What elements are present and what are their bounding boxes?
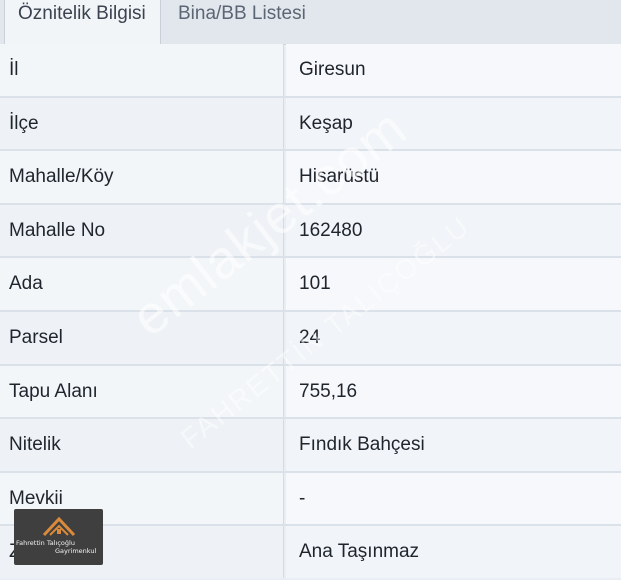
logo-line-1: Fahrettin Talıçoğlu — [16, 539, 75, 547]
attribute-key: Ada — [0, 258, 284, 311]
attribute-key: İl — [0, 44, 284, 96]
attribute-key: Parsel — [0, 311, 284, 364]
attribute-value: Keşap — [286, 97, 621, 150]
table-row: İl Giresun — [0, 44, 621, 98]
table-row: Tapu Alanı 755,16 — [0, 363, 621, 420]
table-row: Mahalle No 162480 — [0, 202, 621, 259]
house-roof-icon — [42, 516, 76, 537]
attribute-key: İlçe — [0, 97, 284, 150]
attribute-value: Ana Taşınmaz — [286, 526, 621, 579]
attribute-key: Tapu Alanı — [0, 365, 284, 418]
attribute-value: 162480 — [286, 204, 621, 257]
attribute-value: 24 — [286, 311, 621, 364]
parcel-info-panel: Öznitelik Bilgisi Bina/BB Listesi İl Gir… — [0, 0, 621, 580]
table-row: Mahalle/Köy Hisarüstü — [0, 149, 621, 205]
attribute-key: Mahalle No — [0, 204, 284, 257]
tab-oznitelik-bilgisi[interactable]: Öznitelik Bilgisi — [4, 0, 161, 44]
tab-bina-bb-listesi[interactable]: Bina/BB Listesi — [164, 0, 621, 44]
attribute-key: Mahalle/Köy — [0, 151, 284, 204]
logo-text: Fahrettin Talıçoğlu Gayrimenkul — [16, 539, 102, 555]
attribute-value: 101 — [286, 258, 621, 311]
attribute-key: Nitelik — [0, 419, 284, 472]
attribute-value: Hisarüstü — [286, 151, 621, 204]
table-row: Ada 101 — [0, 256, 621, 312]
attribute-value: - — [286, 472, 621, 525]
agency-logo: Fahrettin Talıçoğlu Gayrimenkul — [14, 509, 103, 565]
attribute-value: Giresun — [286, 44, 621, 96]
table-row: İlçe Keşap — [0, 95, 621, 152]
table-row: Nitelik Fındık Bahçesi — [0, 417, 621, 473]
attribute-value: 755,16 — [286, 365, 621, 418]
attribute-table: İl Giresun İlçe Keşap Mahalle/Köy Hisarü… — [0, 44, 621, 580]
attribute-value: Fındık Bahçesi — [286, 419, 621, 472]
tab-bar: Öznitelik Bilgisi Bina/BB Listesi — [0, 0, 621, 45]
logo-line-2: Gayrimenkul — [55, 547, 97, 555]
table-row: Parsel 24 — [0, 309, 621, 366]
